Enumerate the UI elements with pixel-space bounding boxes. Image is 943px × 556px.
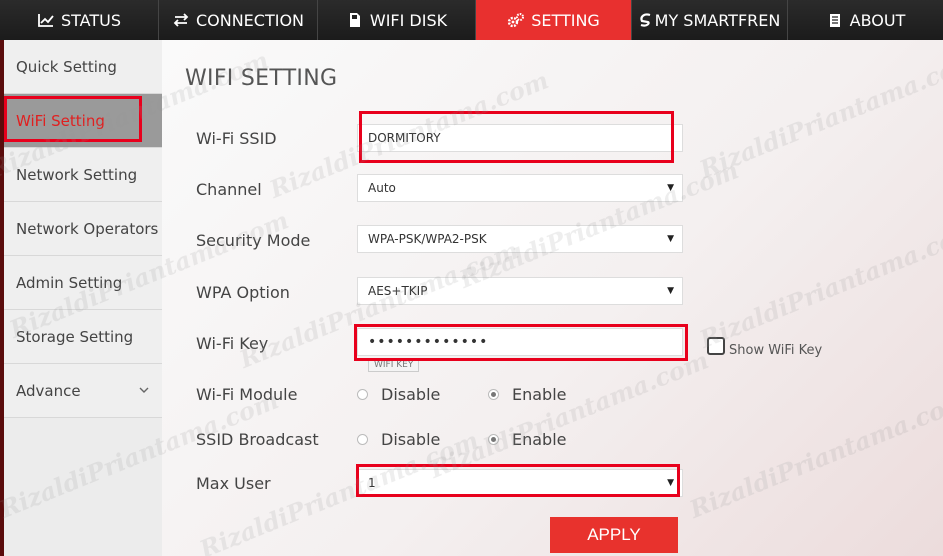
sidebar-item-wifi-setting[interactable]: WiFi Setting bbox=[4, 94, 162, 148]
smartfren-logo-icon bbox=[639, 11, 651, 29]
dropdown-arrow-icon: ▼ bbox=[667, 478, 674, 488]
wifi-module-disable-option[interactable]: Disable bbox=[357, 385, 440, 404]
wifi-module-enable-radio[interactable] bbox=[488, 389, 499, 400]
chevron-down-icon bbox=[138, 385, 150, 397]
tab-setting-label: SETTING bbox=[531, 10, 600, 30]
dropdown-arrow-icon: ▼ bbox=[667, 183, 674, 193]
page-title: WIFI SETTING bbox=[185, 66, 338, 91]
wifi-key-tooltip: WIFI KEY bbox=[368, 358, 420, 372]
sidebar-item-label: Quick Setting bbox=[16, 57, 117, 76]
max-user-label: Max User bbox=[196, 474, 271, 493]
max-user-value: 1 bbox=[368, 476, 376, 490]
tab-status[interactable]: STATUS bbox=[0, 0, 159, 40]
wifi-module-disable-label: Disable bbox=[381, 385, 441, 404]
ssid-value: DORMITORY bbox=[368, 131, 441, 145]
sidebar-item-storage-setting[interactable]: Storage Setting bbox=[4, 310, 162, 364]
security-mode-value: WPA-PSK/WPA2-PSK bbox=[368, 232, 487, 246]
apply-button[interactable]: APPLY bbox=[550, 517, 678, 553]
tab-about[interactable]: ABOUT bbox=[788, 0, 943, 40]
tab-connection[interactable]: CONNECTION bbox=[159, 0, 318, 40]
channel-value: Auto bbox=[368, 181, 396, 195]
show-wifi-key-label: Show WiFi Key bbox=[729, 343, 823, 358]
tab-status-label: STATUS bbox=[60, 10, 122, 30]
gears-icon bbox=[507, 11, 525, 29]
ssid-broadcast-disable-label: Disable bbox=[381, 430, 441, 449]
channel-select[interactable]: Auto ▼ bbox=[357, 174, 683, 202]
sidebar-item-label: Advance bbox=[16, 381, 81, 400]
tab-connection-label: CONNECTION bbox=[195, 10, 305, 30]
wifi-key-label: Wi-Fi Key bbox=[196, 334, 269, 353]
sidebar-item-network-operators[interactable]: Network Operators bbox=[4, 202, 162, 256]
max-user-select[interactable]: 1 ▼ bbox=[357, 469, 683, 497]
document-icon bbox=[826, 11, 844, 29]
tab-about-label: ABOUT bbox=[849, 10, 906, 30]
ssid-broadcast-label: SSID Broadcast bbox=[196, 430, 319, 449]
ssid-broadcast-enable-option[interactable]: Enable bbox=[488, 430, 567, 449]
wpa-option-value: AES+TKIP bbox=[368, 284, 428, 298]
ssid-input[interactable]: DORMITORY bbox=[357, 124, 683, 152]
ssid-broadcast-enable-radio[interactable] bbox=[488, 434, 499, 445]
ssid-broadcast-enable-label: Enable bbox=[512, 430, 567, 449]
tab-setting[interactable]: SETTING bbox=[476, 0, 632, 40]
wpa-option-label: WPA Option bbox=[196, 283, 290, 302]
sidebar-item-label: Network Setting bbox=[16, 165, 138, 184]
ssid-label: Wi-Fi SSID bbox=[196, 129, 277, 148]
top-navigation: STATUS CONNECTION WIFI DISK SETTING MY S… bbox=[0, 0, 943, 40]
sidebar-item-label: Storage Setting bbox=[16, 327, 134, 346]
sidebar-item-label: WiFi Setting bbox=[16, 111, 105, 130]
main-content: WIFI SETTING Wi-Fi SSID DORMITORY Channe… bbox=[162, 40, 943, 556]
wifi-module-label: Wi-Fi Module bbox=[196, 385, 298, 404]
sidebar-item-quick-setting[interactable]: Quick Setting bbox=[4, 40, 162, 94]
sidebar: Quick Setting WiFi Setting Network Setti… bbox=[4, 40, 162, 556]
sd-card-icon bbox=[346, 11, 364, 29]
line-chart-icon bbox=[37, 11, 55, 29]
security-mode-select[interactable]: WPA-PSK/WPA2-PSK ▼ bbox=[357, 225, 683, 253]
dropdown-arrow-icon: ▼ bbox=[667, 286, 674, 296]
security-mode-label: Security Mode bbox=[196, 231, 311, 250]
show-wifi-key-toggle[interactable]: Show WiFi Key bbox=[707, 333, 822, 358]
channel-label: Channel bbox=[196, 180, 262, 199]
wifi-key-value: ••••••••••••• bbox=[368, 334, 489, 350]
dropdown-arrow-icon: ▼ bbox=[667, 234, 674, 244]
sidebar-item-advance[interactable]: Advance bbox=[4, 364, 162, 418]
ssid-broadcast-disable-option[interactable]: Disable bbox=[357, 430, 440, 449]
tab-wifi-disk[interactable]: WIFI DISK bbox=[318, 0, 476, 40]
tab-wifi-disk-label: WIFI DISK bbox=[369, 10, 448, 30]
sidebar-item-admin-setting[interactable]: Admin Setting bbox=[4, 256, 162, 310]
tab-my-smartfren-label: MY SMARTFREN bbox=[654, 10, 781, 30]
wifi-key-input[interactable]: ••••••••••••• bbox=[357, 328, 683, 356]
show-wifi-key-checkbox[interactable] bbox=[707, 336, 725, 355]
exchange-arrows-icon bbox=[172, 11, 190, 29]
sidebar-item-label: Admin Setting bbox=[16, 273, 123, 292]
ssid-broadcast-disable-radio[interactable] bbox=[357, 434, 368, 445]
tab-my-smartfren[interactable]: MY SMARTFREN bbox=[632, 0, 788, 40]
sidebar-item-network-setting[interactable]: Network Setting bbox=[4, 148, 162, 202]
wifi-module-enable-label: Enable bbox=[512, 385, 567, 404]
wpa-option-select[interactable]: AES+TKIP ▼ bbox=[357, 277, 683, 305]
wifi-module-disable-radio[interactable] bbox=[357, 389, 368, 400]
sidebar-item-label: Network Operators bbox=[16, 219, 159, 238]
wifi-module-enable-option[interactable]: Enable bbox=[488, 385, 567, 404]
